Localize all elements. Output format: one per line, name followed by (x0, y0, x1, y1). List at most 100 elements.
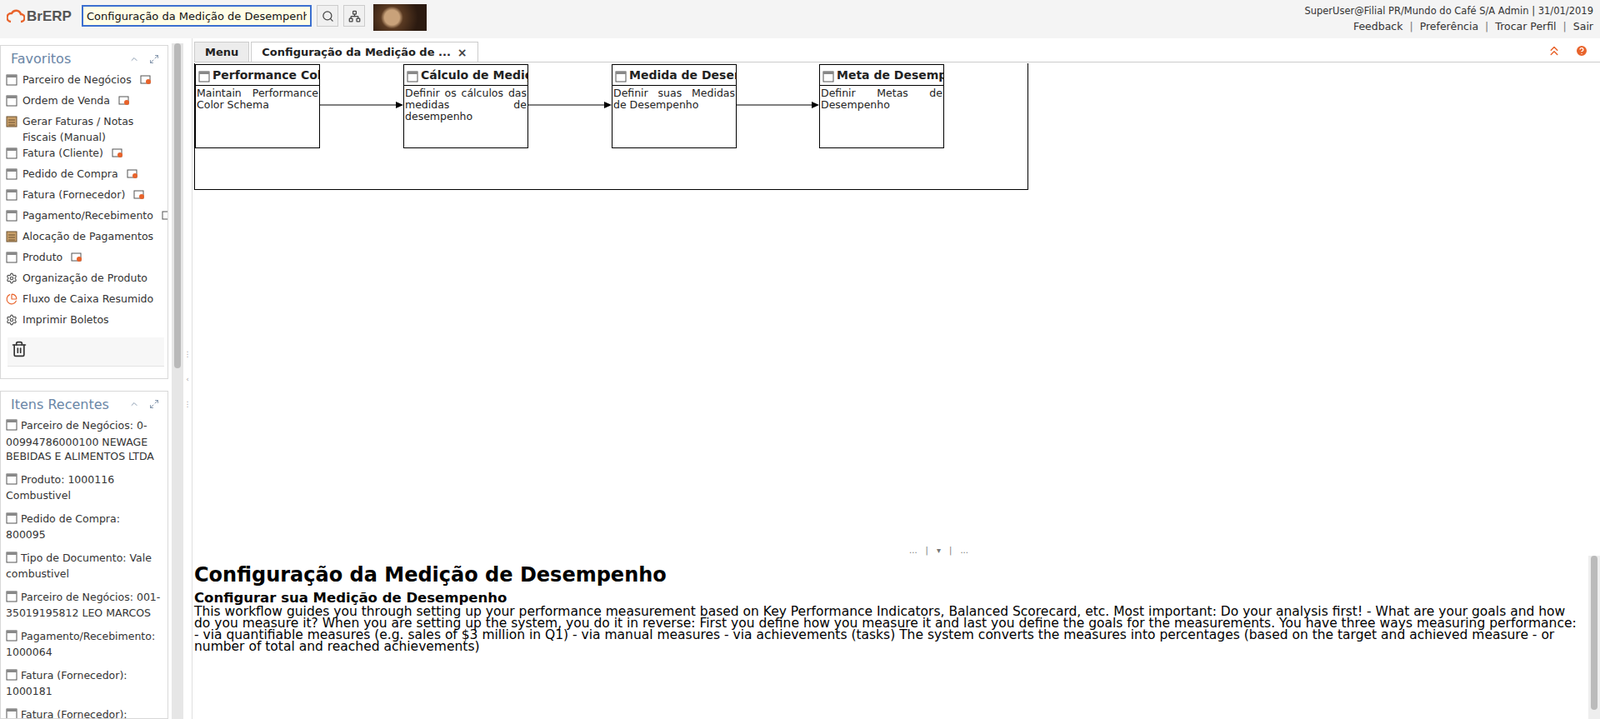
panel-header: Itens Recentes (0, 391, 168, 417)
recent-panel: Itens RecentesParceiro de Negócios: 0-00… (0, 390, 169, 719)
tab-label: Configuração da Medição de ... (261, 45, 451, 59)
favorite-item[interactable]: Parceiro de Negócios (0, 71, 168, 93)
new-record-icon[interactable] (70, 252, 83, 263)
arrow (320, 101, 404, 109)
form-icon (5, 115, 18, 128)
description-scrollbar[interactable] (1588, 555, 1600, 719)
favorite-item[interactable]: Alocação de Pagamentos (0, 228, 168, 250)
favorite-label: Pagamento/Recebimento (22, 207, 154, 224)
splitter[interactable]: ⋮‹⋮ (183, 38, 193, 719)
tab-label: Menu (205, 45, 239, 59)
expand-icon[interactable] (149, 54, 160, 65)
trash-icon[interactable] (10, 340, 28, 358)
pane-splitter[interactable]: ...|▾|... (194, 545, 1600, 556)
new-record-icon[interactable] (133, 190, 145, 200)
favorites-panel: Favoritos Parceiro de NegóciosOrdem de Ve… (0, 45, 169, 380)
workflow-node[interactable]: Medida de DesempDefinir suas Medidas de … (611, 64, 737, 149)
logo[interactable]: BrERP (6, 5, 77, 29)
recent-item[interactable]: Parceiro de Negócios: 0-00994786000100 N… (0, 416, 168, 465)
panel-tools (129, 399, 160, 410)
sidebar-scrollbar[interactable] (171, 43, 184, 719)
workflow-canvas: Performance ColoMaintain Performance Col… (194, 63, 1029, 190)
favorite-item[interactable]: Pagamento/Recebimento (0, 207, 168, 229)
new-record-icon[interactable] (111, 148, 124, 159)
favorite-item[interactable]: Organização de Produto (0, 270, 168, 291)
collapse-icon[interactable] (129, 54, 140, 65)
favorite-item[interactable]: Pedido de Compra (0, 165, 168, 187)
new-record-icon[interactable] (126, 169, 139, 180)
collapse-icon[interactable] (129, 399, 140, 410)
new-record-icon[interactable] (161, 210, 169, 221)
node-title: Medida de Desemp (612, 65, 736, 86)
trash-bar (7, 337, 165, 367)
recent-item[interactable]: Parceiro de Negócios: 001-35019195812 LE… (0, 588, 168, 621)
search-input[interactable] (81, 5, 312, 27)
window-icon (5, 210, 18, 222)
recent-item[interactable]: Pedido de Compra: 800095 (0, 510, 168, 543)
window-icon (5, 189, 18, 201)
header-link[interactable]: Sair (1573, 20, 1594, 33)
recent-item[interactable]: Fatura (Fornecedor): 1000180 (0, 705, 168, 719)
node-description: Maintain Performance Color Schema (195, 85, 320, 111)
favorite-label: Organização de Produto (22, 270, 148, 286)
node-title: Performance Colo (195, 65, 320, 86)
description-content: Configuração da Medição de DesempenhoCon… (194, 555, 1589, 719)
favorite-item[interactable]: Imprimir Boletos (0, 311, 168, 333)
description-pane: Configuração da Medição de DesempenhoCon… (194, 555, 1600, 719)
tab-tools (1546, 43, 1600, 62)
window-icon (5, 168, 18, 180)
favorite-label: Gerar Faturas / Notas Fiscais (Manual) (22, 113, 163, 145)
tree-button[interactable] (343, 5, 365, 27)
cloud-logo-icon (6, 9, 25, 25)
favorite-label: Imprimir Boletos (22, 311, 110, 328)
node-description: Definir Metas de Desempenho (820, 85, 944, 111)
panel-tools (129, 54, 160, 65)
new-record-icon[interactable] (118, 95, 130, 106)
window-icon (822, 70, 835, 83)
page: BrERP SuperUser@Filial PR/Mundo do Café S… (0, 0, 1600, 719)
workflow-node[interactable]: Performance ColoMaintain Performance Col… (195, 64, 320, 149)
help-icon[interactable] (1575, 44, 1589, 58)
tab-bar: Menu Configuração da Medição de ... × (194, 40, 1600, 63)
window-icon (5, 630, 18, 642)
header-links: Feedback|Preferência|Trocar Perfil|Sair (1353, 20, 1594, 33)
node-title: Cálculo de Mediçã (404, 65, 528, 86)
header-link[interactable]: Trocar Perfil (1495, 20, 1556, 33)
window-icon (5, 512, 18, 525)
favorite-item[interactable]: Fatura (Fornecedor) (0, 186, 168, 208)
window-icon (5, 95, 18, 107)
node-description: Definir suas Medidas de Desempenho (612, 85, 736, 111)
new-record-icon[interactable] (140, 75, 152, 85)
link-separator: | (1485, 20, 1489, 33)
scroll-thumb[interactable] (174, 43, 181, 369)
header-link[interactable]: Preferência (1420, 20, 1479, 33)
favorite-item[interactable]: Produto (0, 249, 168, 270)
panel-title: Favoritos (10, 50, 71, 67)
gear-icon (5, 272, 18, 285)
header-link[interactable]: Feedback (1353, 20, 1404, 33)
recent-item[interactable]: Tipo de Documento: Vale combustivel (0, 549, 168, 582)
tab[interactable]: Menu (194, 41, 250, 62)
tab-close[interactable]: × (457, 45, 468, 60)
search-button[interactable] (316, 5, 339, 27)
expand-icon[interactable] (149, 399, 160, 410)
window-icon (198, 70, 210, 83)
favorite-label: Produto (22, 249, 63, 265)
favorite-item[interactable]: Gerar Faturas / Notas Fiscais (Manual) (0, 113, 168, 145)
workflow-node[interactable]: Cálculo de MediçãDefinir os cálculos das… (403, 64, 529, 149)
workflow-node[interactable]: Meta de DesempeDefinir Metas de Desempen… (819, 64, 945, 149)
favorite-item[interactable]: Ordem de Venda (0, 92, 168, 114)
panel-header: Favoritos (0, 45, 168, 72)
node-description: Definir os cálculos das medidas de desem… (404, 85, 528, 123)
tab[interactable]: Configuração da Medição de ... × (250, 41, 478, 62)
recent-item[interactable]: Fatura (Fornecedor): 1000181 (0, 666, 168, 700)
scroll-thumb[interactable] (1590, 555, 1598, 710)
window-icon (5, 669, 18, 681)
recent-item[interactable]: Pagamento/Recebimento: 1000064 (0, 627, 168, 660)
favorite-item[interactable]: Fatura (Cliente) (0, 145, 168, 166)
arrow (528, 101, 612, 109)
collapse-header-icon[interactable] (1546, 43, 1562, 59)
favorite-item[interactable]: Fluxo de Caixa Resumido (0, 290, 168, 312)
user-area: SuperUser@Filial PR/Mundo do Café S/A Ad… (1304, 5, 1594, 33)
recent-item[interactable]: Produto: 1000116 Combustivel (0, 470, 168, 504)
